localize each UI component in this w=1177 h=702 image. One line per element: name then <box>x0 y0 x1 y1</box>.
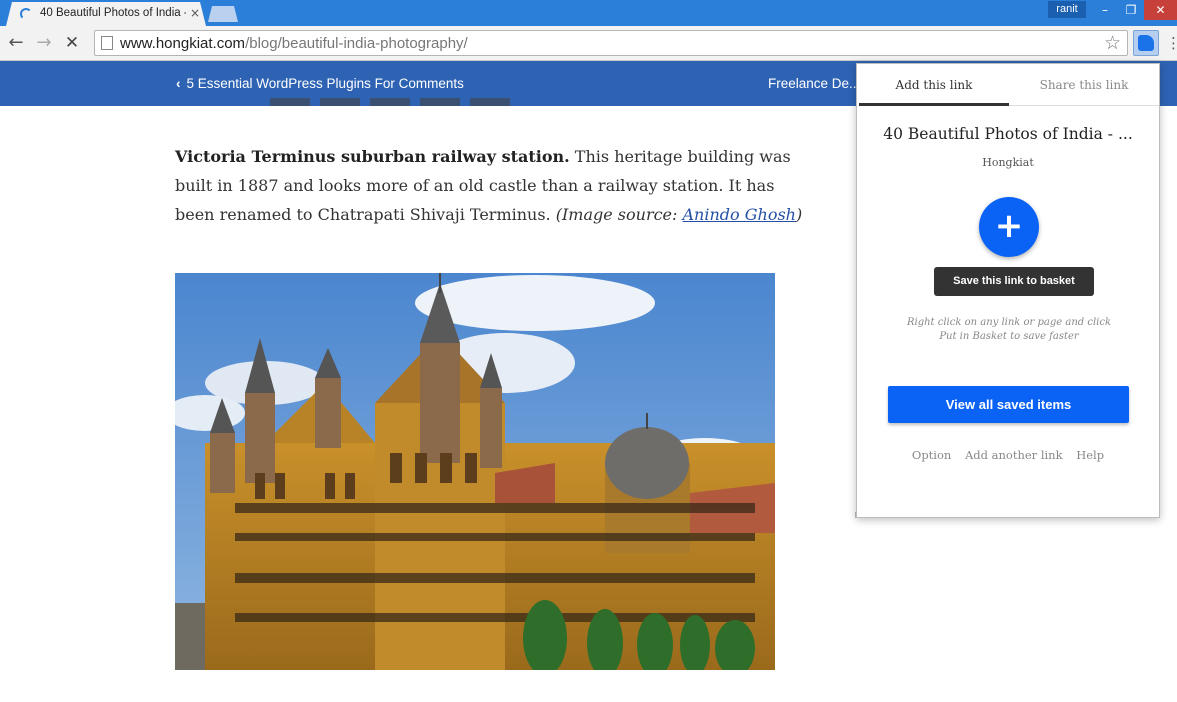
new-tab-button[interactable] <box>208 6 238 22</box>
forward-button[interactable]: → <box>34 33 54 53</box>
partial-text-line <box>270 98 510 106</box>
paragraph-heading: Victoria Terminus suburban railway stati… <box>175 147 570 166</box>
browser-tab[interactable]: 40 Beautiful Photos of India - Hongkiat … <box>6 2 206 26</box>
tab-close-icon[interactable]: × <box>190 6 200 20</box>
page-icon <box>101 36 113 50</box>
back-button[interactable]: ← <box>6 33 26 53</box>
help-link[interactable]: Help <box>1076 448 1104 462</box>
chevron-left-icon: ‹ <box>176 76 181 91</box>
tab-add-link[interactable]: Add this link <box>859 64 1009 106</box>
link-site-name: Hongkiat <box>982 156 1034 169</box>
maximize-button[interactable]: ❐ <box>1118 0 1144 20</box>
image-source-link[interactable]: Anindo Ghosh <box>683 205 796 224</box>
browser-menu-icon[interactable]: ⋮ <box>1166 34 1177 52</box>
basket-extension-button[interactable] <box>1133 30 1159 56</box>
tab-share-link[interactable]: Share this link <box>1009 64 1159 106</box>
victoria-terminus-photo <box>175 273 775 670</box>
article-paragraph: Victoria Terminus suburban railway stati… <box>175 142 815 229</box>
link-title: 40 Beautiful Photos of India - ... <box>883 125 1133 143</box>
option-link[interactable]: Option <box>912 448 951 462</box>
basket-icon <box>1138 35 1154 51</box>
basket-popup: Add this link Share this link 40 Beautif… <box>856 63 1160 518</box>
plus-icon: + <box>994 206 1024 246</box>
save-tooltip: Save this link to basket <box>934 267 1094 296</box>
tab-title: 40 Beautiful Photos of India - Hongkiat <box>40 7 186 19</box>
title-bar: 40 Beautiful Photos of India - Hongkiat … <box>0 0 1177 26</box>
next-article-link[interactable]: Freelance De... <box>768 76 858 91</box>
browser-toolbar: ← → ✕ www.hongkiat.com/blog/beautiful-in… <box>0 26 1177 61</box>
stop-loading-button[interactable]: ✕ <box>62 33 82 53</box>
url-path: /blog/beautiful-india-photography/ <box>245 35 468 52</box>
user-profile-button[interactable]: ranit <box>1048 1 1086 18</box>
view-all-saved-button[interactable]: View all saved items <box>888 386 1129 423</box>
address-bar[interactable]: www.hongkiat.com/blog/beautiful-india-ph… <box>94 30 1128 56</box>
close-window-button[interactable]: ✕ <box>1144 0 1177 20</box>
add-another-link[interactable]: Add another link <box>965 448 1063 462</box>
url-text[interactable]: www.hongkiat.com/blog/beautiful-india-ph… <box>120 35 468 52</box>
bookmark-star-icon[interactable]: ☆ <box>1104 32 1121 54</box>
add-to-basket-button[interactable]: + <box>979 197 1039 257</box>
image-source-prefix: (Image source: <box>555 205 683 224</box>
previous-article-link[interactable]: ‹ 5 Essential WordPress Plugins For Comme… <box>176 76 464 91</box>
loading-spinner-icon <box>20 8 32 20</box>
image-source-suffix: ) <box>795 205 803 224</box>
popup-footer: Option Add another link Help <box>857 448 1159 462</box>
minimize-button[interactable]: – <box>1092 0 1118 20</box>
hint-text: Right click on any link or page and clic… <box>906 317 1112 342</box>
url-host: www.hongkiat.com <box>120 35 246 52</box>
previous-article-title: 5 Essential WordPress Plugins For Commen… <box>186 76 464 91</box>
